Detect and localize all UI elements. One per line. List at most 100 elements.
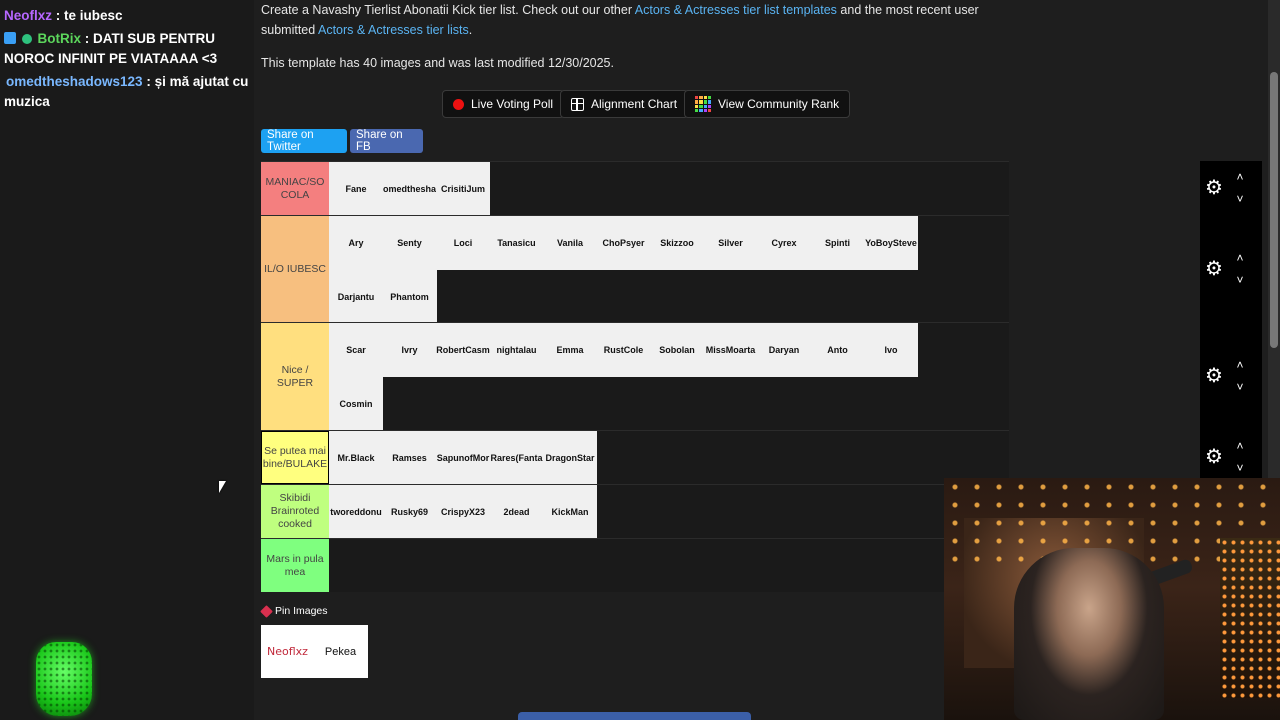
- alignment-chart-label: Alignment Chart: [591, 97, 678, 111]
- tier-item[interactable]: Senty: [382, 216, 437, 270]
- tier-label[interactable]: Mars in pula mea: [261, 539, 329, 592]
- tier-item[interactable]: Cosmin: [329, 376, 383, 431]
- tier-item[interactable]: Daryan: [757, 323, 811, 377]
- tier-item[interactable]: Fane: [329, 162, 383, 216]
- template-description: Create a Navashy Tierlist Abonatii Kick …: [261, 0, 1011, 40]
- tier-item[interactable]: Rusky69: [382, 485, 437, 539]
- tier-item[interactable]: omedthesha: [382, 162, 437, 216]
- chevron-up-icon[interactable]: ˄: [1234, 359, 1246, 371]
- tier-item[interactable]: Cyrex: [757, 216, 811, 270]
- tier-item[interactable]: Ivo: [864, 323, 918, 377]
- streamer: [1014, 548, 1164, 720]
- actors-user-lists-link[interactable]: Actors & Actresses tier lists: [318, 23, 469, 37]
- tier-item[interactable]: Emma: [543, 323, 597, 377]
- gear-icon[interactable]: ⚙: [1204, 178, 1224, 198]
- tier-item[interactable]: Tanasicu: [489, 216, 544, 270]
- chevron-up-icon[interactable]: ˄: [1234, 171, 1246, 183]
- tier-item[interactable]: RobertCasm: [436, 323, 490, 377]
- tier-row: IL/O IUBESC Ary Senty Loci Tanasicu Vanila Cho…: [261, 215, 1009, 324]
- tier-mosaic-icon: [695, 96, 711, 112]
- chat-separator: :: [146, 74, 155, 89]
- scrollbar-thumb[interactable]: [1270, 72, 1278, 348]
- chat-message: BotRix : DATI SUB PENTRU NOROC INFINIT P…: [4, 29, 250, 69]
- tier-label[interactable]: Nice / SUPER: [261, 323, 329, 430]
- tier-item[interactable]: Rares(Fanta: [489, 431, 544, 485]
- gear-icon[interactable]: ⚙: [1204, 366, 1224, 386]
- tier-item[interactable]: Sobolan: [650, 323, 704, 377]
- tier-row: MANIAC/SO COLA Fane omedthesha CrisitiJum: [261, 161, 1009, 216]
- pin-icon: [260, 604, 273, 618]
- community-rank-button[interactable]: View Community Rank: [684, 90, 851, 118]
- tier-item[interactable]: Spinti: [810, 216, 865, 270]
- gear-icon[interactable]: ⚙: [1204, 447, 1224, 467]
- mouse-cursor-icon: [219, 481, 226, 493]
- chat-overlay: Neoflxz : te iubesc BotRix : DATI SUB PE…: [0, 0, 254, 720]
- pin-images[interactable]: Pin Images: [260, 604, 328, 618]
- tier-item[interactable]: Vanila: [543, 216, 597, 270]
- tier-item[interactable]: CrisitiJum: [436, 162, 490, 216]
- description-text: Create a Navashy Tierlist Abonatii Kick …: [261, 3, 635, 17]
- tier-controls: ⚙ ˄ ˅: [1200, 161, 1262, 215]
- tier-controls: ⚙ ˄ ˅: [1200, 322, 1262, 430]
- tier-item[interactable]: 2dead: [489, 485, 544, 539]
- tier-item[interactable]: YoBoySteve: [864, 216, 918, 270]
- chevron-down-icon[interactable]: ˅: [1234, 274, 1246, 286]
- tier-item[interactable]: SapunofMor: [436, 431, 490, 485]
- chevron-up-icon[interactable]: ˄: [1234, 440, 1246, 452]
- unranked-item[interactable]: Neoflxz: [261, 625, 314, 678]
- tier-item[interactable]: Ary: [329, 216, 383, 270]
- emote-gem-icon: [36, 642, 92, 716]
- tier-item[interactable]: Mr.Black: [329, 431, 383, 485]
- tier-item[interactable]: RustCole: [596, 323, 651, 377]
- grid-icon: [571, 97, 584, 111]
- tier-item[interactable]: Ramses: [382, 431, 437, 485]
- chevron-up-icon[interactable]: ˄: [1234, 252, 1246, 264]
- chat-username: omedtheshadows123: [6, 74, 143, 89]
- tier-item[interactable]: Ivry: [382, 323, 437, 377]
- tier-item[interactable]: Scar: [329, 323, 383, 377]
- live-voting-button[interactable]: Live Voting Poll: [442, 90, 565, 118]
- chevron-down-icon[interactable]: ˅: [1234, 381, 1246, 393]
- tier-label[interactable]: IL/O IUBESC: [261, 216, 329, 322]
- tier-item[interactable]: nightalau: [489, 323, 544, 377]
- chat-message: omedtheshadows123 : și mă ajutat cu muzi…: [4, 72, 250, 112]
- chevron-down-icon[interactable]: ˅: [1234, 462, 1246, 474]
- chat-username: Neoflxz: [4, 8, 53, 23]
- bottom-action-bar[interactable]: [518, 712, 751, 720]
- tier-item[interactable]: KickMan: [543, 485, 597, 539]
- tier-item[interactable]: CrispyX23: [436, 485, 490, 539]
- tier-label[interactable]: Se putea mai bine/BULAKE: [261, 431, 329, 484]
- tier-item[interactable]: Anto: [810, 323, 865, 377]
- tier-item[interactable]: ChoPsyer: [596, 216, 651, 270]
- tier-item[interactable]: Skizzoo: [650, 216, 704, 270]
- tier-controls: ⚙ ˄ ˅: [1200, 215, 1262, 322]
- tier-row: Se putea mai bine/BULAKE Mr.Black Ramses Sa…: [261, 430, 1009, 485]
- actors-templates-link[interactable]: Actors & Actresses tier list templates: [635, 3, 837, 17]
- alignment-chart-button[interactable]: Alignment Chart: [560, 90, 689, 118]
- tier-row: Mars in pula mea: [261, 538, 1009, 592]
- tier-item[interactable]: MissMoarta: [703, 323, 758, 377]
- tier-item[interactable]: Phantom: [382, 269, 437, 324]
- live-voting-label: Live Voting Poll: [471, 97, 554, 111]
- tier-label[interactable]: Skibidi Brainroted cooked: [261, 485, 329, 538]
- description-text: .: [468, 23, 473, 37]
- chat-separator: :: [84, 31, 94, 46]
- community-rank-label: View Community Rank: [718, 97, 840, 111]
- chat-message: Neoflxz : te iubesc: [4, 6, 250, 26]
- tier-item[interactable]: tworeddonu: [329, 485, 383, 539]
- chevron-down-icon[interactable]: ˅: [1234, 193, 1246, 205]
- unranked-images: Neoflxz Pekea: [261, 625, 368, 678]
- unranked-item[interactable]: Pekea: [314, 625, 367, 678]
- chat-username: BotRix: [37, 31, 82, 46]
- share-twitter-button[interactable]: Share on Twitter: [261, 129, 347, 153]
- tier-item[interactable]: Silver: [703, 216, 758, 270]
- template-meta: This template has 40 images and was last…: [261, 56, 614, 70]
- tier-item[interactable]: Darjantu: [329, 269, 383, 324]
- tier-item[interactable]: Loci: [436, 216, 490, 270]
- chat-text: DATI SUB PENTRU NOROC INFINIT PE VIATAAA…: [4, 31, 218, 66]
- tier-item[interactable]: DragonStar: [543, 431, 597, 485]
- tier-label[interactable]: MANIAC/SO COLA: [261, 162, 329, 215]
- christmas-tree: [1220, 538, 1280, 698]
- gear-icon[interactable]: ⚙: [1204, 259, 1224, 279]
- share-facebook-button[interactable]: Share on FB: [350, 129, 423, 153]
